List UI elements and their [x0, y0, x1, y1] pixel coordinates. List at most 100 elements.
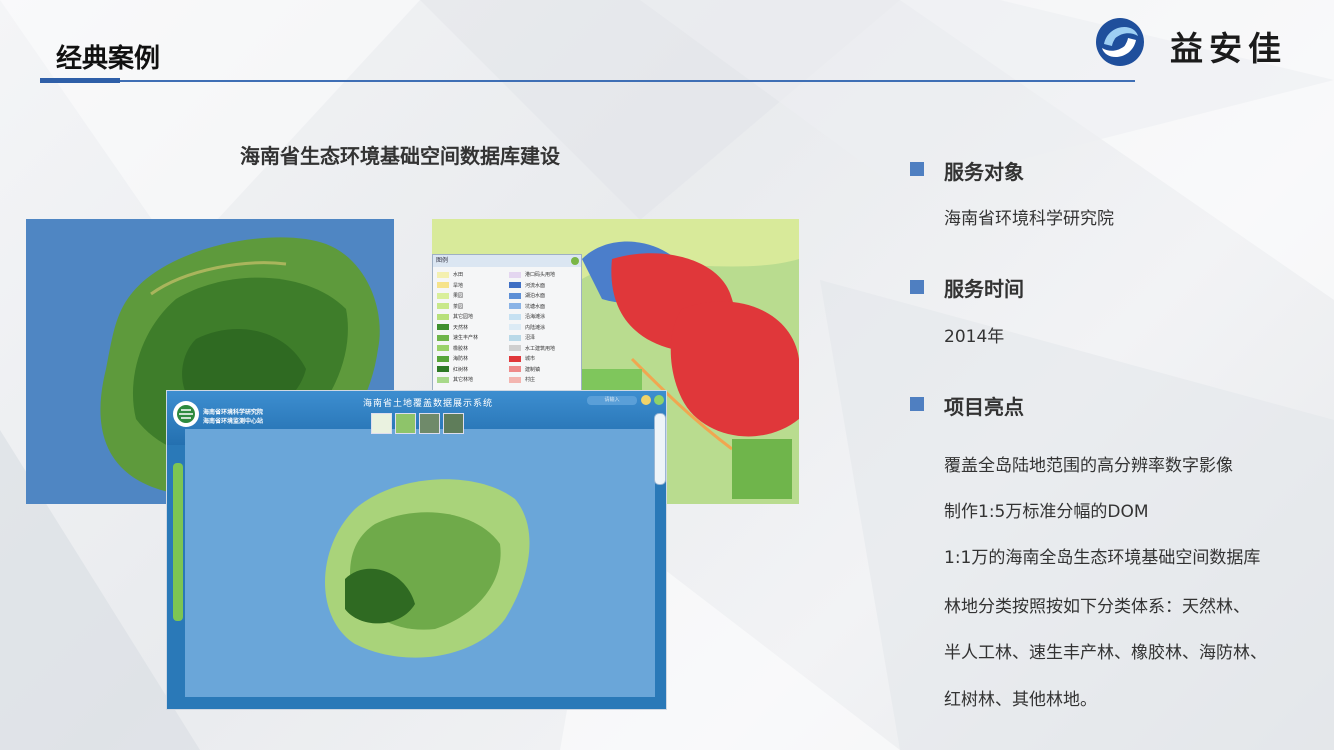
service-time-label: 服务时间: [944, 277, 1024, 301]
legend-swatch: [509, 345, 521, 351]
service-time-value: 2014年: [944, 327, 1005, 347]
legend-item: 水工建筑用地: [509, 345, 555, 354]
legend-label: 果园: [453, 293, 464, 299]
legend-item: 港口码头用地: [509, 271, 555, 280]
data-viewer-screenshot: 海南省环境科学研究院 海南省环境监测中心站 海南省土地覆盖数据展示系统 请输入: [166, 390, 667, 710]
legend-item: 坑塘水面: [509, 303, 545, 312]
legend-item: 旱地: [437, 282, 463, 291]
legend-swatch: [509, 324, 521, 330]
legend-swatch: [509, 376, 521, 383]
legend-item: 沿海滩涂: [509, 313, 545, 322]
viewer-search-input[interactable]: 请输入: [587, 396, 637, 405]
legend-swatch: [509, 355, 521, 362]
page-title: 经典案例: [56, 44, 161, 74]
legend-item: 水田: [437, 271, 463, 280]
legend-item: 建制镇: [509, 366, 540, 375]
basemap-thumb-3[interactable]: [419, 413, 440, 434]
legend-swatch: [509, 271, 521, 278]
section-marker-icon: [910, 280, 924, 294]
legend-item: 河流水面: [509, 282, 545, 291]
legend-swatch: [437, 271, 449, 278]
legend-swatch: [437, 355, 449, 362]
header-divider-accent: [40, 78, 120, 83]
zoom-slider[interactable]: [654, 413, 666, 485]
legend-label: 坑塘水面: [525, 303, 546, 310]
legend-swatch: [437, 366, 449, 372]
legend-label: 天然林: [453, 324, 469, 331]
brand-name: 益安佳: [1170, 29, 1287, 68]
basemap-thumb-1[interactable]: [371, 413, 392, 434]
legend-item: 城市: [509, 355, 535, 364]
legend-label: 河流水面: [525, 282, 546, 289]
legend-item: 湖泊水面: [509, 292, 545, 301]
viewer-map-area[interactable]: [185, 429, 655, 697]
legend-label: 湖泊水面: [525, 293, 546, 299]
legend-item: 果园: [437, 292, 463, 301]
legend-item: 其它园地: [437, 313, 473, 322]
legend-title: 图例: [433, 255, 581, 267]
legend-swatch: [437, 292, 449, 299]
legend-label: 城市: [525, 356, 536, 362]
legend-label: 速生丰产林: [453, 335, 479, 341]
legend-swatch: [437, 324, 449, 330]
legend-swatch: [509, 282, 521, 288]
service-target-value: 海南省环境科学研究院: [944, 209, 1114, 229]
legend-label: 海防林: [453, 356, 469, 362]
legend-label: 红树林: [453, 366, 469, 373]
header-divider: [40, 80, 1135, 82]
legend-close-icon[interactable]: [571, 257, 579, 265]
legend-label: 沼泽: [525, 335, 536, 341]
legend-item: 其它林地: [437, 376, 473, 385]
legend-swatch: [509, 313, 521, 320]
viewer-org-names: 海南省环境科学研究院 海南省环境监测中心站: [203, 409, 264, 425]
section-marker-icon: [910, 162, 924, 176]
legend-item: 海防林: [437, 355, 468, 364]
legend-label: 其它林地: [453, 377, 474, 383]
legend-label: 沿海滩涂: [525, 314, 546, 320]
legend-item: 沼泽: [509, 334, 535, 343]
basemap-thumb-4[interactable]: [443, 413, 464, 434]
highlight-item: 制作1:5万标准分幅的DOM: [944, 502, 1149, 522]
highlight-item: 1:1万的海南全岛生态环境基础空间数据库: [944, 548, 1261, 568]
legend-label: 旱地: [453, 282, 464, 289]
legend-label: 内陆滩涂: [525, 324, 546, 331]
legend-item: 茶园: [437, 303, 463, 312]
viewer-title: 海南省土地覆盖数据展示系统: [363, 399, 494, 409]
legend-label: 茶园: [453, 303, 464, 310]
legend-label: 橡胶林: [453, 345, 469, 352]
legend-item: 天然林: [437, 324, 468, 333]
legend-swatch: [437, 313, 449, 320]
legend-swatch: [437, 303, 449, 309]
legend-swatch: [509, 292, 521, 299]
highlights-label: 项目亮点: [944, 395, 1024, 419]
legend-item: 速生丰产林: [437, 334, 478, 343]
legend-swatch: [509, 366, 521, 372]
service-target-label: 服务对象: [944, 160, 1024, 184]
legend-item: 村庄: [509, 376, 535, 385]
section-marker-icon: [910, 397, 924, 411]
viewer-org-logo-icon: [173, 401, 199, 427]
project-title: 海南省生态环境基础空间数据库建设: [240, 144, 560, 168]
legend-label: 水工建筑用地: [525, 345, 556, 352]
legend-swatch: [437, 282, 449, 288]
legend-swatch: [437, 376, 449, 383]
viewer-side-panel-tab[interactable]: [173, 463, 183, 621]
highlight-item: 半人工林、速生丰产林、橡胶林、海防林、: [944, 643, 1267, 663]
legend-label: 村庄: [525, 377, 536, 383]
highlight-item: 红树林、其他林地。: [944, 690, 1097, 710]
legend-swatch: [437, 345, 449, 351]
legend-swatch: [509, 303, 521, 309]
legend-label: 水田: [453, 272, 464, 278]
legend-item: 内陆滩涂: [509, 324, 545, 333]
legend-item: 红树林: [437, 366, 468, 375]
legend-label: 其它园地: [453, 314, 474, 320]
legend-label: 港口码头用地: [525, 272, 556, 278]
basemap-thumb-2[interactable]: [395, 413, 416, 434]
legend-swatch: [509, 334, 521, 341]
viewer-search-icon[interactable]: [641, 395, 651, 405]
highlight-item: 林地分类按照按如下分类体系：天然林、: [944, 597, 1250, 617]
legend-swatch: [437, 334, 449, 341]
highlight-item: 覆盖全岛陆地范围的高分辨率数字影像: [944, 456, 1233, 476]
legend-label: 建制镇: [525, 366, 541, 373]
viewer-help-icon[interactable]: [654, 395, 664, 405]
